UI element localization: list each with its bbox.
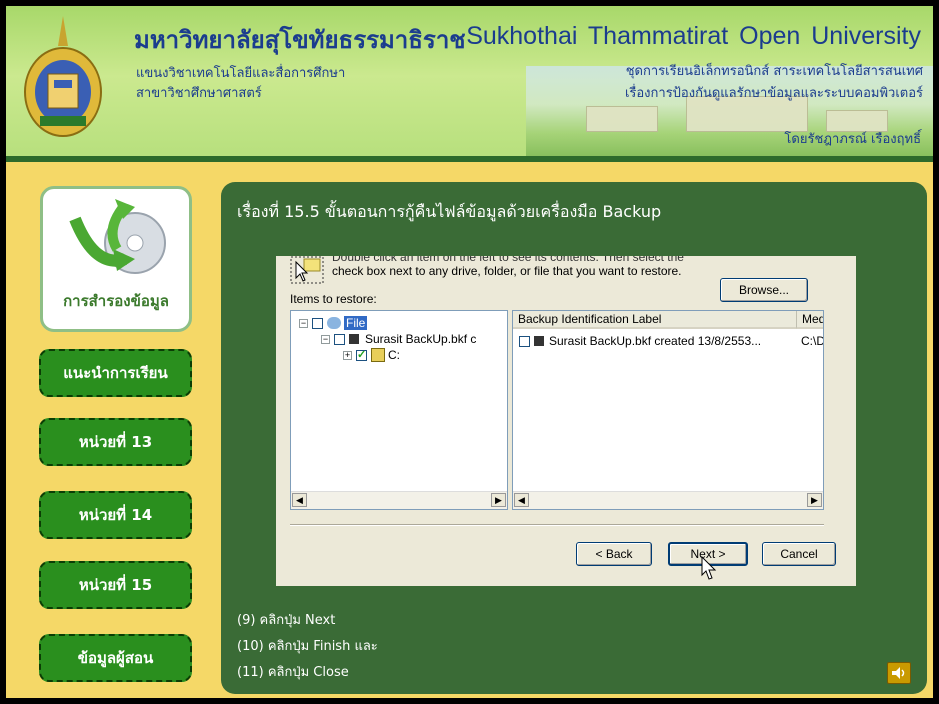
- building-shape: [586, 106, 658, 132]
- step-instructions: (9) คลิกปุ่ม Next (10) คลิกปุ่ม Finish แ…: [237, 608, 378, 686]
- content-panel: เรื่องที่ 15.5 ขั้นตอนการกู้คืนไฟล์ข้อมู…: [221, 182, 927, 694]
- backup-topic-label: การสำรองข้อมูล: [63, 292, 169, 310]
- column-header-media[interactable]: Med: [797, 311, 823, 329]
- backup-topic-button[interactable]: การสำรองข้อมูล: [40, 186, 192, 332]
- expand-icon[interactable]: +: [343, 350, 352, 360]
- tree-checkbox[interactable]: [312, 317, 323, 329]
- collapse-icon[interactable]: −: [321, 334, 330, 344]
- tree-checkbox-checked[interactable]: [356, 348, 367, 361]
- tree-checkbox[interactable]: [334, 333, 345, 345]
- tree-scrollbar[interactable]: ◀ ▶: [291, 491, 507, 509]
- nav-instructor-info[interactable]: ข้อมูลผู้สอน: [39, 634, 192, 682]
- university-name-thai: มหาวิทยาลัยสุโขทัยธรรมาธิราช: [134, 25, 466, 54]
- instruction-line-2: check box next to any drive, folder, or …: [332, 264, 682, 278]
- back-button[interactable]: < Back: [576, 542, 652, 566]
- header-banner: มหาวิทยาลัยสุโขทัยธรรมาธิราช แขนงวิชาเทค…: [6, 6, 933, 162]
- nav-unit-14[interactable]: หน่วยที่ 14: [39, 491, 192, 539]
- restore-wizard-screenshot: Double click an item on the left to see …: [276, 256, 856, 586]
- tree-label: Surasit BackUp.bkf c: [365, 332, 477, 346]
- dialog-icon: [290, 256, 324, 284]
- cancel-button[interactable]: Cancel: [762, 542, 836, 566]
- drive-icon: [371, 348, 385, 362]
- series-subtitle: เรื่องการป้องกันดูแลรักษาข้อมูลและระบบคอ…: [624, 86, 923, 101]
- tree-node-backup[interactable]: − Surasit BackUp.bkf c: [321, 331, 476, 347]
- university-name-english: Sukhothai Thammatirat Open University: [466, 22, 921, 50]
- restore-tree: − File − Surasit BackUp.bkf c + C:: [290, 310, 508, 510]
- browse-button[interactable]: Browse...: [720, 278, 808, 302]
- file-media-icon: [327, 317, 341, 329]
- restore-icon: [69, 199, 166, 274]
- list-item-media: C:\D: [801, 334, 824, 348]
- tree-label: File: [344, 316, 368, 330]
- tree-node-file[interactable]: − File: [299, 315, 368, 331]
- step-10: (10) คลิกปุ่ม Finish และ: [237, 639, 378, 654]
- tree-node-drive-c[interactable]: + C:: [343, 347, 400, 363]
- scroll-left-icon[interactable]: ◀: [292, 493, 307, 507]
- university-logo: [24, 16, 102, 137]
- nav-intro[interactable]: แนะนำการเรียน: [39, 349, 192, 397]
- list-scrollbar[interactable]: ◀ ▶: [513, 491, 823, 509]
- list-item[interactable]: Surasit BackUp.bkf created 13/8/2553...: [519, 333, 761, 349]
- header-divider: [6, 156, 933, 162]
- nav-unit-15[interactable]: หน่วยที่ 15: [39, 561, 192, 609]
- series-title: ชุดการเรียนอิเล็กทรอนิกส์ สาระเทคโนโลยีส…: [625, 64, 923, 79]
- backup-list: Backup Identification Label Med Surasit …: [512, 310, 824, 510]
- speaker-icon[interactable]: [887, 662, 911, 684]
- list-checkbox[interactable]: [519, 335, 530, 347]
- department-line: แขนงวิชาเทคโนโลยีและสื่อการศึกษา: [136, 66, 346, 81]
- instruction-line-1: Double click an item on the left to see …: [332, 256, 684, 264]
- collapse-icon[interactable]: −: [299, 318, 308, 328]
- nav-unit-13[interactable]: หน่วยที่ 13: [39, 418, 192, 466]
- scroll-right-icon[interactable]: ▶: [807, 493, 822, 507]
- backup-file-icon: [534, 336, 544, 346]
- speaker-glyph: [892, 667, 905, 679]
- dialog-separator: [290, 524, 824, 526]
- backup-file-icon: [349, 334, 359, 344]
- lesson-title: เรื่องที่ 15.5 ขั้นตอนการกู้คืนไฟล์ข้อมู…: [237, 202, 662, 221]
- column-header-label[interactable]: Backup Identification Label: [513, 311, 797, 329]
- tree-label: C:: [388, 348, 400, 362]
- page-frame: มหาวิทยาลัยสุโขทัยธรรมาธิราช แขนงวิชาเทค…: [6, 6, 933, 698]
- mouse-cursor-icon: [701, 556, 717, 580]
- list-item-label: Surasit BackUp.bkf created 13/8/2553...: [549, 334, 762, 348]
- school-line: สาขาวิชาศึกษาศาสตร์: [136, 86, 262, 101]
- scroll-left-icon[interactable]: ◀: [514, 493, 529, 507]
- author-name: โดยรัชฎาภรณ์ เรืองฤทธิ์: [784, 132, 921, 147]
- step-11: (11) คลิกปุ่ม Close: [237, 665, 349, 680]
- scroll-right-icon[interactable]: ▶: [491, 493, 506, 507]
- step-9: (9) คลิกปุ่ม Next: [237, 613, 336, 628]
- items-to-restore-label: Items to restore:: [290, 292, 377, 306]
